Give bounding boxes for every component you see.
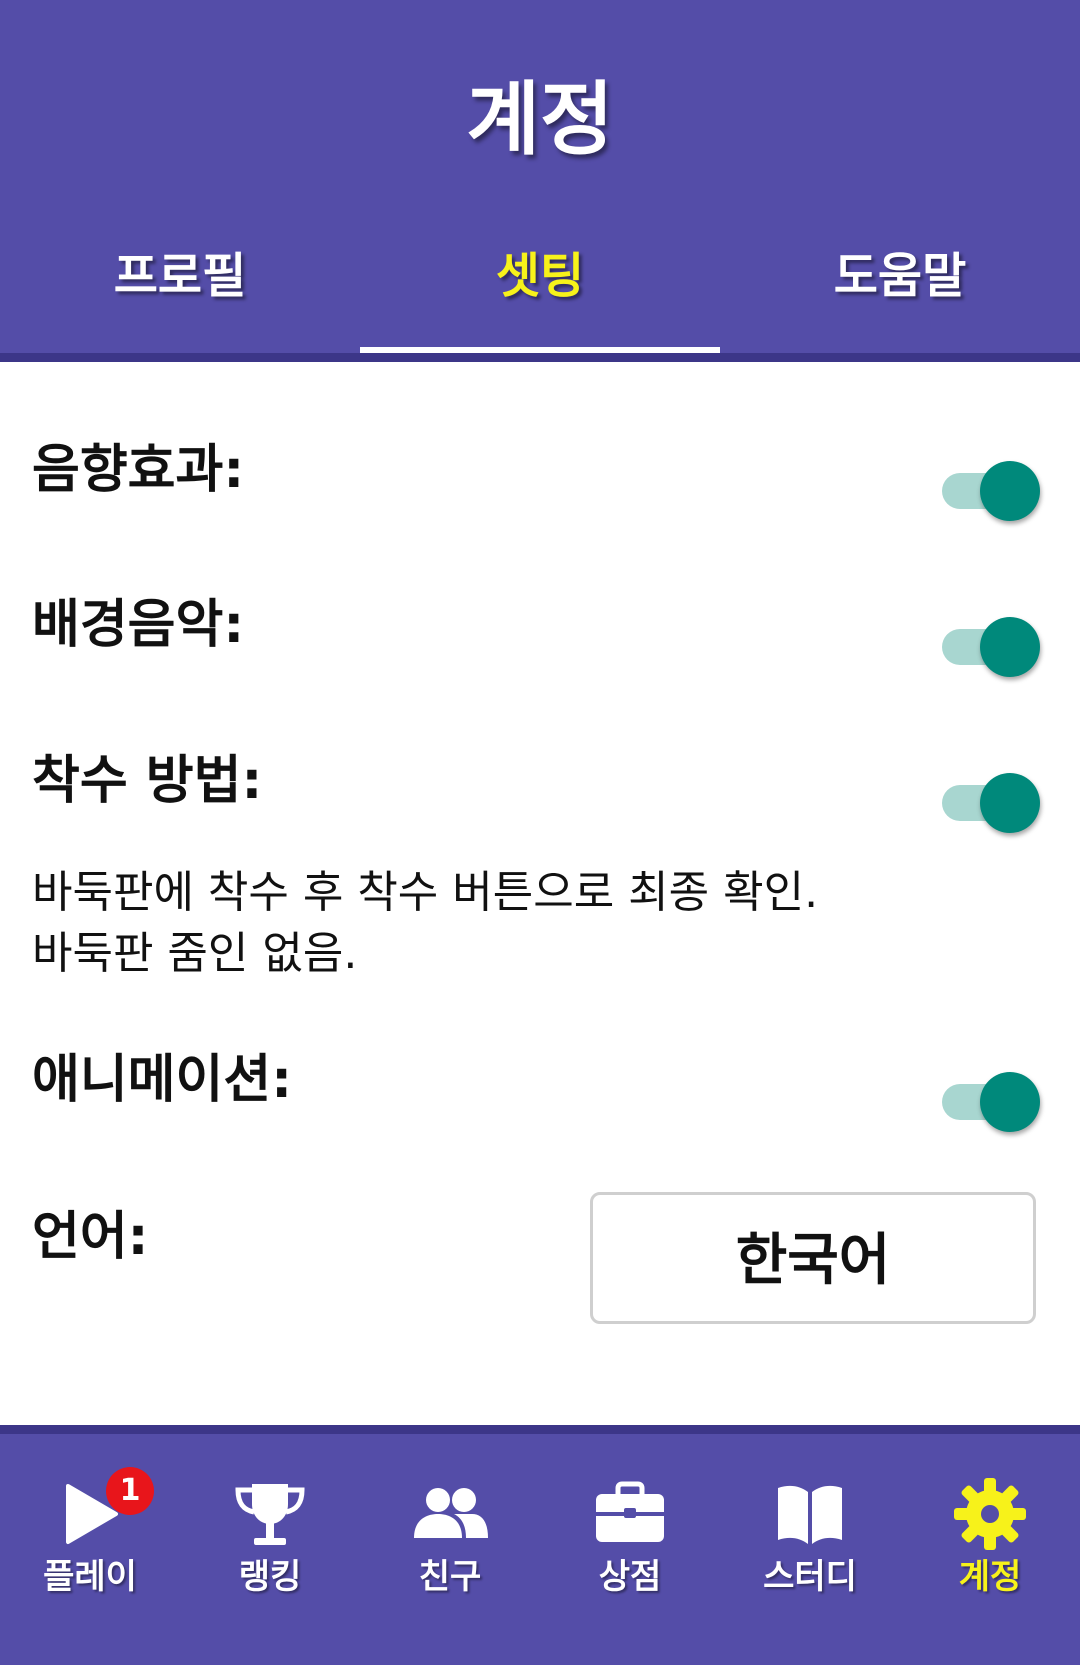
- notification-badge: 1: [106, 1467, 154, 1515]
- app-root: 계정 프로필 셋팅 도움말 음향효과: 배경음악: 착수 방법: 바둑판에 착수…: [0, 0, 1080, 1665]
- tab-settings[interactable]: 셋팅: [360, 236, 720, 316]
- nav-item-account[interactable]: 계정: [900, 1434, 1080, 1665]
- tab-profile[interactable]: 프로필: [0, 236, 360, 316]
- language-select[interactable]: 한국어: [590, 1192, 1036, 1324]
- move-method-description: 바둑판에 착수 후 착수 버튼으로 최종 확인. 바둑판 줌인 없음.: [32, 862, 818, 984]
- trophy-icon: [235, 1484, 305, 1545]
- bottom-nav: 1 플레이 랭킹 친구 상점 스터디 계정: [0, 1425, 1080, 1665]
- nav-label: 랭킹: [238, 1557, 302, 1597]
- nav-item-friends[interactable]: 친구: [360, 1434, 540, 1665]
- animation-toggle[interactable]: [942, 1066, 1044, 1138]
- description-line-1: 바둑판에 착수 후 착수 버튼으로 최종 확인.: [32, 867, 819, 918]
- book-icon: [778, 1485, 842, 1544]
- nav-label: 스터디: [763, 1557, 857, 1597]
- gear-icon: [954, 1478, 1026, 1550]
- animation-label: 애니메이션:: [32, 1050, 292, 1110]
- nav-label: 상점: [598, 1557, 662, 1597]
- toggle-thumb: [980, 773, 1040, 833]
- nav-label: 친구: [418, 1557, 482, 1597]
- tab-help[interactable]: 도움말: [720, 236, 1080, 316]
- page-title: 계정: [466, 73, 614, 166]
- background-music-label: 배경음악:: [32, 595, 245, 655]
- nav-item-play[interactable]: 1 플레이: [0, 1434, 180, 1665]
- header: 계정 프로필 셋팅 도움말: [0, 0, 1080, 362]
- toggle-thumb: [980, 1072, 1040, 1132]
- nav-item-shop[interactable]: 상점: [540, 1434, 720, 1665]
- header-divider: [0, 353, 1080, 362]
- nav-label: 플레이: [43, 1557, 137, 1597]
- move-method-label: 착수 방법:: [32, 751, 263, 811]
- sound-effects-toggle[interactable]: [942, 455, 1044, 527]
- description-line-2: 바둑판 줌인 없음.: [32, 928, 358, 979]
- friends-icon: [414, 1488, 488, 1538]
- move-method-toggle[interactable]: [942, 767, 1044, 839]
- shop-briefcase-icon: [596, 1481, 664, 1542]
- nav-item-study[interactable]: 스터디: [720, 1434, 900, 1665]
- background-music-toggle[interactable]: [942, 611, 1044, 683]
- sound-effects-label: 음향효과:: [32, 440, 245, 500]
- toggle-thumb: [980, 461, 1040, 521]
- nav-label: 계정: [958, 1557, 1022, 1597]
- toggle-thumb: [980, 617, 1040, 677]
- nav-item-ranking[interactable]: 랭킹: [180, 1434, 360, 1665]
- language-label: 언어:: [32, 1207, 149, 1267]
